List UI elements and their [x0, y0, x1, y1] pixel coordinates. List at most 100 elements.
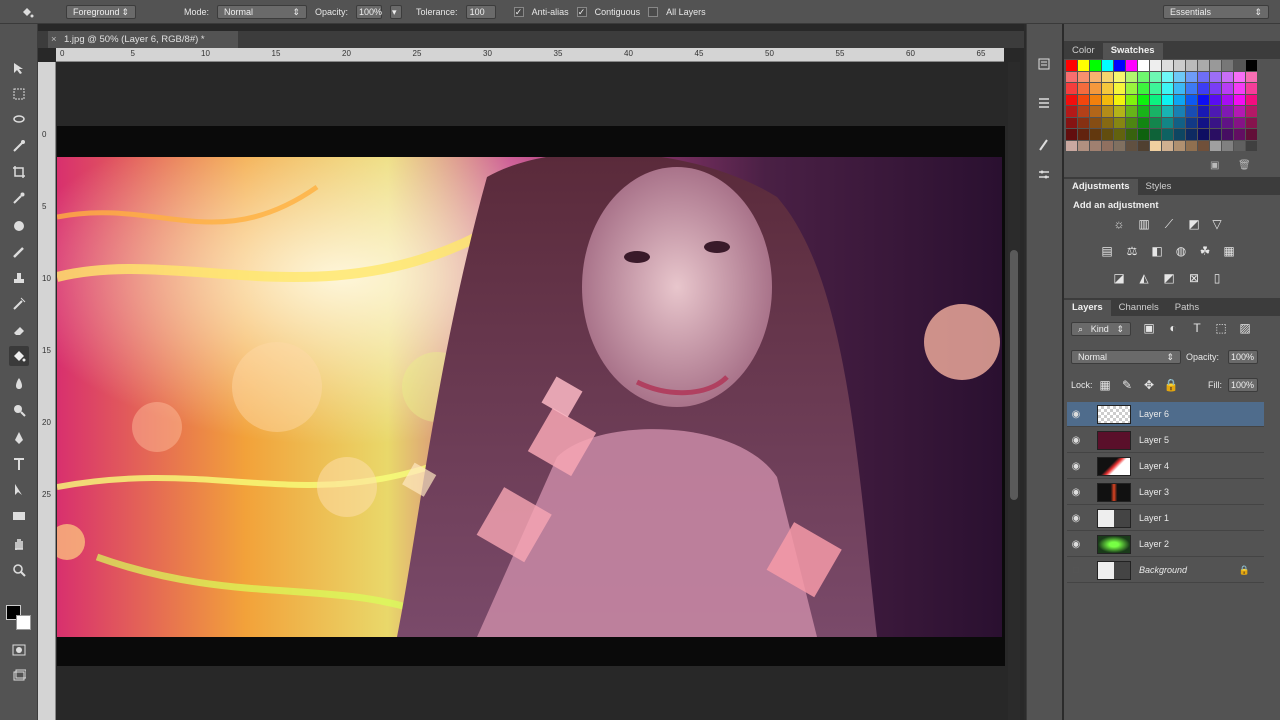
color-swatch[interactable] [1126, 106, 1137, 117]
color-swatch[interactable] [1198, 71, 1209, 82]
color-swatch[interactable] [1186, 117, 1197, 128]
color-swatch[interactable] [1234, 60, 1245, 71]
color-swatch[interactable] [1198, 129, 1209, 140]
filter-smart-object-icon[interactable]: ▨ [1236, 321, 1254, 335]
filter-adjustment-icon[interactable]: ◐ [1164, 321, 1182, 335]
color-swatch[interactable] [1186, 94, 1197, 105]
color-swatch[interactable] [1138, 140, 1149, 151]
color-swatch[interactable] [1090, 129, 1101, 140]
brush-presets-icon[interactable] [1034, 134, 1054, 154]
color-swatch[interactable] [1246, 140, 1257, 151]
color-swatch[interactable] [1234, 94, 1245, 105]
color-swatch[interactable] [1174, 83, 1185, 94]
dodge-tool-icon[interactable] [9, 400, 29, 420]
curves-icon[interactable]: ⟋ [1160, 217, 1178, 231]
color-swatch[interactable] [1222, 83, 1233, 94]
color-swatch[interactable] [1174, 94, 1185, 105]
color-swatch[interactable] [1126, 94, 1137, 105]
layer-row[interactable]: ◉ Layer 5 [1067, 428, 1264, 453]
color-swatch[interactable] [1150, 94, 1161, 105]
color-swatch[interactable] [1186, 129, 1197, 140]
color-swatch[interactable] [1090, 140, 1101, 151]
filter-type-icon[interactable]: T [1188, 321, 1206, 335]
color-swatch[interactable] [1210, 129, 1221, 140]
color-swatch[interactable] [1186, 60, 1197, 71]
crop-tool-icon[interactable] [9, 162, 29, 182]
layer-row[interactable]: □ Background 🔒 [1067, 558, 1264, 583]
color-swatch[interactable] [1066, 83, 1077, 94]
healing-brush-tool-icon[interactable] [9, 216, 29, 236]
color-swatch[interactable] [1078, 83, 1089, 94]
color-swatch[interactable] [1066, 140, 1077, 151]
color-swatch[interactable] [1138, 83, 1149, 94]
hue-saturation-icon[interactable]: ▤ [1098, 244, 1116, 258]
color-swatch[interactable] [1078, 117, 1089, 128]
color-swatch[interactable] [1078, 60, 1089, 71]
layer-opacity-input[interactable]: 100% [1228, 350, 1258, 364]
color-swatch[interactable] [1162, 60, 1173, 71]
opacity-input[interactable]: 100% [356, 4, 382, 19]
path-selection-tool-icon[interactable] [9, 480, 29, 500]
color-swatch[interactable] [1162, 71, 1173, 82]
color-swatch[interactable] [1066, 129, 1077, 140]
color-swatch[interactable] [1114, 129, 1125, 140]
lasso-tool-icon[interactable] [9, 110, 29, 130]
color-swatch[interactable] [1090, 94, 1101, 105]
layer-row[interactable]: ◉ Layer 4 [1067, 454, 1264, 479]
scrollbar-thumb[interactable] [1010, 250, 1018, 500]
color-swatch[interactable] [1246, 129, 1257, 140]
color-swatch[interactable] [1186, 71, 1197, 82]
posterize-icon[interactable]: ◭ [1135, 271, 1153, 285]
color-swatch[interactable] [1198, 94, 1209, 105]
color-swatch[interactable] [1246, 60, 1257, 71]
filter-shape-icon[interactable]: ⬚ [1212, 321, 1230, 335]
color-lookup-icon[interactable]: ▦ [1220, 244, 1238, 258]
zoom-tool-icon[interactable] [9, 560, 29, 580]
color-swatch[interactable] [1162, 94, 1173, 105]
color-swatch[interactable] [1246, 94, 1257, 105]
lock-image-icon[interactable]: ✎ [1118, 378, 1136, 392]
color-swatch[interactable] [1234, 83, 1245, 94]
tab-layers[interactable]: Layers [1064, 300, 1111, 316]
contiguous-checkbox[interactable]: ✓ [576, 6, 587, 17]
visibility-eye-icon[interactable]: ◉ [1067, 435, 1085, 446]
marquee-tool-icon[interactable] [9, 84, 29, 104]
visibility-eye-icon[interactable]: ◉ [1067, 513, 1085, 524]
workspace-dropdown[interactable]: Essentials ⇕ [1163, 5, 1269, 19]
color-swatch[interactable] [1210, 71, 1221, 82]
paint-bucket-tool-icon[interactable] [20, 5, 34, 19]
color-swatch[interactable] [1150, 71, 1161, 82]
color-swatch[interactable] [1138, 129, 1149, 140]
visibility-eye-icon[interactable]: ◉ [1067, 539, 1085, 550]
color-swatch[interactable] [1114, 71, 1125, 82]
color-swatch[interactable] [1114, 117, 1125, 128]
color-swatch[interactable] [1234, 71, 1245, 82]
layer-row[interactable]: ◉ Layer 2 [1067, 532, 1264, 557]
color-swatch[interactable] [1222, 94, 1233, 105]
color-swatch[interactable] [1198, 117, 1209, 128]
clone-stamp-tool-icon[interactable] [9, 268, 29, 288]
color-swatch[interactable] [1066, 71, 1077, 82]
tab-adjustments[interactable]: Adjustments [1064, 179, 1138, 195]
properties-panel-icon[interactable] [1034, 92, 1054, 112]
color-swatch[interactable] [1078, 94, 1089, 105]
color-balance-icon[interactable]: ⚖ [1123, 244, 1141, 258]
color-swatch[interactable] [1090, 60, 1101, 71]
color-swatch[interactable] [1150, 83, 1161, 94]
lock-position-icon[interactable]: ✥ [1140, 378, 1158, 392]
color-swatch[interactable] [1222, 140, 1233, 151]
color-swatch[interactable] [1114, 106, 1125, 117]
eraser-tool-icon[interactable] [9, 320, 29, 340]
color-swatch[interactable] [1090, 71, 1101, 82]
tab-styles[interactable]: Styles [1138, 179, 1180, 195]
color-swatch[interactable] [1198, 140, 1209, 151]
gradient-map-icon[interactable]: ▯ [1208, 271, 1226, 285]
tab-paths[interactable]: Paths [1167, 300, 1207, 316]
color-swatch[interactable] [1198, 106, 1209, 117]
color-swatch[interactable] [1186, 140, 1197, 151]
color-swatch[interactable] [1066, 94, 1077, 105]
color-swatch[interactable] [1222, 106, 1233, 117]
color-swatch[interactable] [1138, 117, 1149, 128]
color-swatch[interactable] [1186, 106, 1197, 117]
tab-swatches[interactable]: Swatches [1102, 43, 1163, 59]
